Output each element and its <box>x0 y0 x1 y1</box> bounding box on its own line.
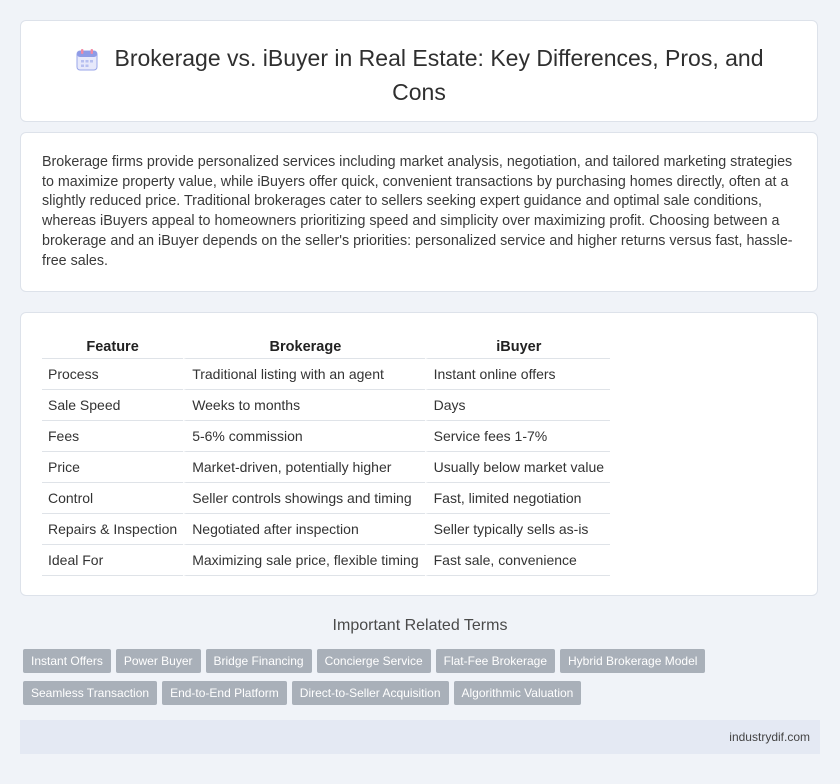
footer-site-link[interactable]: industrydif.com <box>729 730 810 744</box>
table-cell: Fast, limited negotiation <box>424 483 611 514</box>
header-brokerage: Brokerage <box>183 335 425 359</box>
table-cell: Negotiated after inspection <box>183 514 425 545</box>
table-cell: Weeks to months <box>183 390 425 421</box>
table-cell: Control <box>42 483 184 514</box>
table-card: Feature Brokerage iBuyer Process Traditi… <box>20 312 818 596</box>
related-term-tag[interactable]: Instant Offers <box>23 649 111 673</box>
table-cell: Seller typically sells as-is <box>424 514 611 545</box>
title-wrap: Brokerage vs. iBuyer in Real Estate: Key… <box>21 43 817 107</box>
table-cell: Price <box>42 452 184 483</box>
related-terms-list: Instant Offers Power Buyer Bridge Financin… <box>23 649 723 713</box>
comparison-table: Feature Brokerage iBuyer Process Traditi… <box>42 335 611 576</box>
table-cell: Days <box>424 390 611 421</box>
table-cell: Maximizing sale price, flexible timing <box>183 545 425 576</box>
table-cell: Repairs & Inspection <box>42 514 184 545</box>
related-term-tag[interactable]: Hybrid Brokerage Model <box>560 649 706 673</box>
table-row: Repairs & Inspection Negotiated after in… <box>42 514 611 545</box>
related-term-tag[interactable]: Algorithmic Valuation <box>453 681 582 705</box>
related-term-tag[interactable]: Power Buyer <box>115 649 201 673</box>
related-term-tag[interactable]: End-to-End Platform <box>162 681 287 705</box>
table-cell: 5-6% commission <box>183 421 425 452</box>
intro-card: Brokerage firms provide personalized ser… <box>20 132 818 292</box>
table-row: Ideal For Maximizing sale price, flexibl… <box>42 545 611 576</box>
table-cell: Usually below market value <box>424 452 611 483</box>
table-row: Fees 5-6% commission Service fees 1-7% <box>42 421 611 452</box>
related-term-tag[interactable]: Bridge Financing <box>205 649 312 673</box>
table-cell: Instant online offers <box>424 359 611 390</box>
title-card: Brokerage vs. iBuyer in Real Estate: Key… <box>20 20 818 122</box>
table-cell: Seller controls showings and timing <box>183 483 425 514</box>
table-cell: Ideal For <box>42 545 184 576</box>
table-cell: Traditional listing with an agent <box>183 359 425 390</box>
related-terms-title: Important Related Terms <box>332 617 508 634</box>
table-row: Price Market-driven, potentially higher … <box>42 452 611 483</box>
table-cell: Process <box>42 359 184 390</box>
calendar-icon <box>75 48 99 77</box>
table-row: Control Seller controls showings and tim… <box>42 483 611 514</box>
related-term-tag[interactable]: Direct-to-Seller Acquisition <box>291 681 449 705</box>
table-cell: Fees <box>42 421 184 452</box>
table-header-row: Feature Brokerage iBuyer <box>42 335 611 359</box>
table-row: Process Traditional listing with an agen… <box>42 359 611 390</box>
table-row: Sale Speed Weeks to months Days <box>42 390 611 421</box>
table-cell: Fast sale, convenience <box>424 545 611 576</box>
related-term-tag[interactable]: Flat-Fee Brokerage <box>435 649 556 673</box>
related-term-tag[interactable]: Concierge Service <box>316 649 431 673</box>
page-title: Brokerage vs. iBuyer in Real Estate: Key… <box>114 45 764 105</box>
header-feature: Feature <box>42 335 184 359</box>
footer: industrydif.com <box>20 720 820 754</box>
table-cell: Market-driven, potentially higher <box>183 452 425 483</box>
intro-paragraph: Brokerage firms provide personalized ser… <box>42 154 793 269</box>
header-ibuyer: iBuyer <box>424 335 611 359</box>
table-cell: Service fees 1-7% <box>424 421 611 452</box>
table-cell: Sale Speed <box>42 390 184 421</box>
related-term-tag[interactable]: Seamless Transaction <box>23 681 158 705</box>
